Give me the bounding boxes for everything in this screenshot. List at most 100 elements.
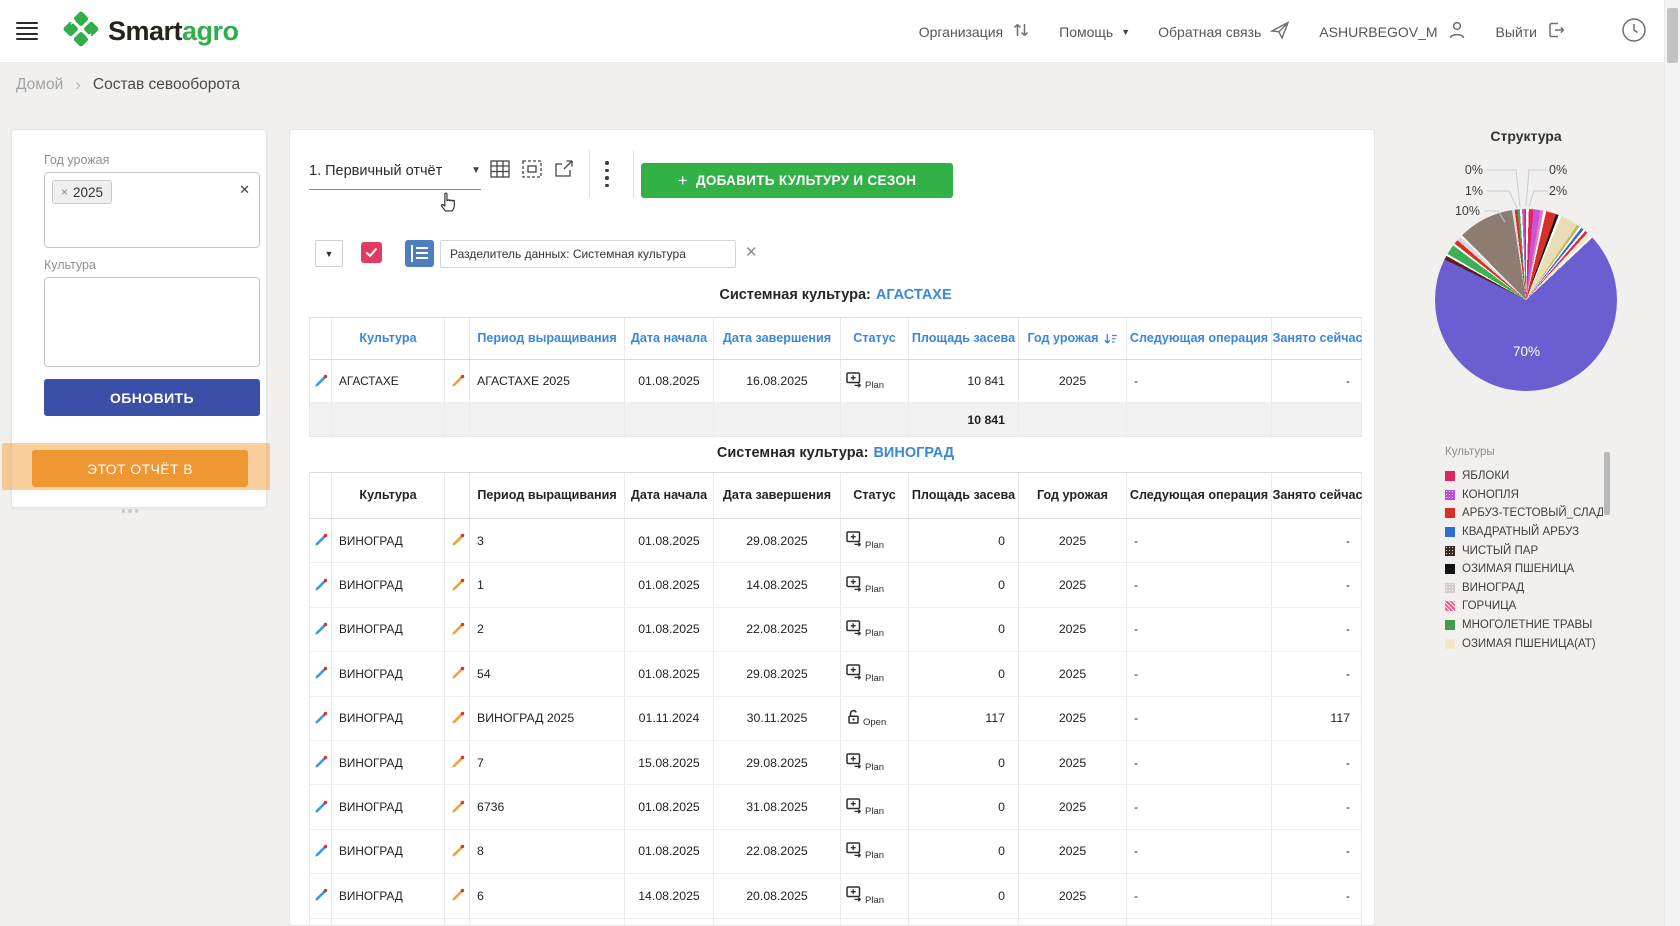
culture-filter-box[interactable] xyxy=(44,277,260,367)
page-scrollbar-thumb[interactable] xyxy=(1667,8,1678,63)
legend-item[interactable]: МНОГОЛЕТНИЕ ТРАВЫ xyxy=(1445,616,1603,635)
more-options-kebab[interactable] xyxy=(599,152,615,196)
year-chip[interactable]: × 2025 xyxy=(52,180,112,204)
edit-period-button[interactable] xyxy=(445,519,470,562)
table-row: ВИНОГРАД 201.08.202522.08.2025 Plan02025… xyxy=(309,608,1362,652)
refresh-button[interactable]: ОБНОВИТЬ xyxy=(44,379,260,416)
slicer-checkbox[interactable] xyxy=(361,242,382,263)
edit-period-button[interactable] xyxy=(445,697,470,740)
column-header[interactable]: Дата завершения xyxy=(714,318,841,359)
column-header[interactable]: Площадь засева xyxy=(909,473,1019,518)
legend-item[interactable]: ГОРЧИЦА xyxy=(1445,597,1603,616)
legend-label: КОНОПЛЯ xyxy=(1462,489,1519,501)
year-clear-icon[interactable]: ✕ xyxy=(239,182,250,198)
section-title-culture[interactable]: АГАСТАХЕ xyxy=(876,287,952,303)
edit-row-button[interactable] xyxy=(310,785,332,828)
column-header[interactable]: Культура xyxy=(332,318,445,359)
edit-period-button[interactable] xyxy=(445,830,470,873)
column-header-empty xyxy=(445,318,470,359)
column-header[interactable]: Год урожая xyxy=(1019,473,1127,518)
app-logo[interactable]: Smartagro xyxy=(62,10,239,53)
page-scrollbar[interactable] xyxy=(1664,0,1680,926)
end-date-cell: 14.08.2025 xyxy=(714,563,841,606)
table-view-icon[interactable] xyxy=(490,160,512,180)
column-header[interactable]: Площадь засева xyxy=(909,318,1019,359)
column-header[interactable]: Следующая операция xyxy=(1127,318,1272,359)
legend-item[interactable]: ОЗИМАЯ ПШЕНИЦА(АТ) xyxy=(1445,634,1603,653)
panel-resize-handle[interactable] xyxy=(122,509,138,514)
edit-period-button[interactable] xyxy=(445,919,470,926)
edit-period-button[interactable] xyxy=(445,652,470,695)
column-header[interactable]: Статус xyxy=(841,318,909,359)
year-chip-remove-icon[interactable]: × xyxy=(61,185,68,199)
breadcrumb-home-link[interactable]: Домой xyxy=(16,76,63,94)
column-header[interactable]: Период выращивания xyxy=(470,473,625,518)
column-header[interactable]: Следующая операция xyxy=(1127,473,1272,518)
edit-row-button[interactable] xyxy=(310,874,332,917)
culture-cell: ВИНОГРАД xyxy=(332,697,445,740)
edit-period-button[interactable] xyxy=(445,563,470,606)
column-header[interactable]: Дата начала xyxy=(625,318,714,359)
nav-user[interactable]: ASHURBEGOV_M xyxy=(1312,19,1474,44)
column-header[interactable]: Дата завершения xyxy=(714,473,841,518)
next-operation-cell: - xyxy=(1127,519,1272,562)
hamburger-menu-icon[interactable] xyxy=(16,22,38,40)
column-header[interactable]: Период выращивания xyxy=(470,318,625,359)
edit-period-button[interactable] xyxy=(445,785,470,828)
edit-period-button[interactable] xyxy=(445,608,470,651)
legend-item[interactable]: ВИНОГРАД xyxy=(1445,579,1603,598)
edit-row-button[interactable] xyxy=(310,919,332,926)
column-header[interactable]: Статус xyxy=(841,473,909,518)
status-cell: Plan xyxy=(841,741,909,784)
next-operation-cell: - xyxy=(1127,652,1272,695)
period-cell: 2 xyxy=(470,608,625,651)
section-title-culture[interactable]: ВИНОГРАД xyxy=(873,445,954,461)
edit-row-button[interactable] xyxy=(310,830,332,873)
legend-item[interactable]: АРБУЗ-ТЕСТОВЫЙ_СЛАДКИЙ xyxy=(1445,504,1603,523)
edit-period-button[interactable] xyxy=(445,360,470,402)
nav-help[interactable]: Помощь ▼ xyxy=(1052,24,1137,40)
edit-row-button[interactable] xyxy=(310,741,332,784)
edit-row-button[interactable] xyxy=(310,360,332,402)
nav-organization[interactable]: Организация xyxy=(912,20,1038,43)
edit-period-button[interactable] xyxy=(445,741,470,784)
legend-scrollbar-thumb[interactable] xyxy=(1604,452,1610,515)
nav-feedback[interactable]: Обратная связь xyxy=(1151,19,1298,44)
edit-row-button[interactable] xyxy=(310,697,332,740)
legend-item[interactable]: КВАДРАТНЫЙ АРБУЗ xyxy=(1445,523,1603,542)
legend-item[interactable]: ЯБЛОКИ xyxy=(1445,467,1603,486)
legend-item[interactable]: ОЗИМАЯ ПШЕНИЦА xyxy=(1445,560,1603,579)
edit-row-button[interactable] xyxy=(310,519,332,562)
slicer-close-icon[interactable]: ✕ xyxy=(745,243,758,261)
period-cell xyxy=(470,919,625,926)
column-header[interactable]: Дата начала xyxy=(625,473,714,518)
edit-row-button[interactable] xyxy=(310,608,332,651)
column-header[interactable]: Занято сейчас xyxy=(1272,318,1363,359)
status-plan-icon xyxy=(846,798,863,817)
legend-label: ЯБЛОКИ xyxy=(1462,470,1509,482)
add-culture-season-button[interactable]: + ДОБАВИТЬ КУЛЬТУРУ И СЕЗОН xyxy=(641,163,953,198)
legend-item[interactable]: КОНОПЛЯ xyxy=(1445,486,1603,505)
nav-logout[interactable]: Выйти xyxy=(1489,19,1574,44)
paper-plane-icon xyxy=(1269,19,1291,44)
next-operation-cell: - xyxy=(1127,785,1272,828)
slicer-dropdown-button[interactable]: ▼ xyxy=(315,240,343,267)
period-cell: 1 xyxy=(470,563,625,606)
year-filter-box[interactable]: × 2025 ✕ xyxy=(44,172,260,248)
column-header[interactable]: Культура xyxy=(332,473,445,518)
column-header[interactable]: Год урожая xyxy=(1019,318,1127,359)
fit-to-page-icon[interactable] xyxy=(522,160,544,180)
area-cell: 0 xyxy=(909,785,1019,828)
legend-item[interactable]: ЧИСТЫЙ ПАР xyxy=(1445,541,1603,560)
export-report-button[interactable]: ЭТОТ ОТЧЁТ В xyxy=(32,450,248,487)
edit-row-button[interactable] xyxy=(310,563,332,606)
legend-title: Культуры xyxy=(1445,446,1603,458)
slicer-text-input[interactable] xyxy=(440,240,736,268)
slicer-list-icon[interactable] xyxy=(405,240,434,267)
edit-row-button[interactable] xyxy=(310,652,332,695)
report-type-dropdown[interactable]: 1. Первичный отчёт ▼ xyxy=(309,156,481,190)
export-popout-icon[interactable] xyxy=(554,160,576,180)
column-header[interactable]: Занято сейчас xyxy=(1272,473,1363,518)
edit-period-button[interactable] xyxy=(445,874,470,917)
history-clock-button[interactable] xyxy=(1614,17,1654,46)
